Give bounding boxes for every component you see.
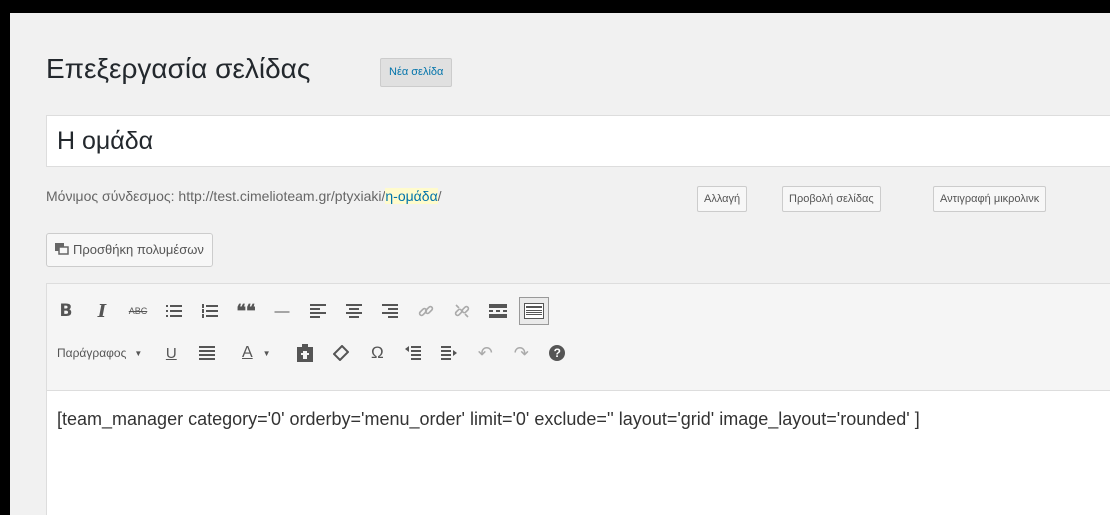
help-button[interactable]: ? (542, 339, 572, 367)
indent-icon (441, 346, 458, 360)
text-color-button[interactable]: A ▼ (228, 339, 284, 367)
permalink-label: Μόνιμος σύνδεσμος: (46, 188, 175, 204)
bold-icon: B (59, 301, 73, 321)
align-right-button[interactable] (375, 297, 405, 325)
align-center-button[interactable] (339, 297, 369, 325)
view-page-button[interactable]: Προβολή σελίδας (782, 186, 881, 212)
bold-button[interactable]: B (51, 297, 81, 325)
post-title-input[interactable]: Η ομάδα (46, 115, 1110, 167)
paragraph-format-select[interactable]: Παράγραφος ▼ (51, 339, 148, 367)
read-more-button[interactable] (483, 297, 513, 325)
permalink-slug[interactable]: η-ομάδα (385, 188, 438, 204)
editor-toolbar: B I ABC ❝❝ — Παράγραφος ▼ U A ▼ Ω ↶ ↷ ? (47, 284, 1110, 391)
add-new-page-button[interactable]: Νέα σελίδα (380, 58, 453, 87)
align-center-icon (346, 304, 362, 318)
get-shortlink-button[interactable]: Αντιγραφή μικρολινκ (933, 186, 1047, 212)
add-media-icon (55, 243, 69, 255)
remove-link-icon (454, 304, 470, 318)
justify-icon (199, 346, 216, 360)
content-editor: B I ABC ❝❝ — Παράγραφος ▼ U A ▼ Ω ↶ ↷ ? … (46, 283, 1110, 515)
insert-link-button[interactable] (411, 297, 441, 325)
permalink-base-url: http://test.cimelioteam.gr/ptyxiaki/ (178, 188, 386, 204)
underline-button[interactable]: U (156, 339, 186, 367)
bullet-list-button[interactable] (159, 297, 189, 325)
clear-formatting-icon (333, 345, 350, 361)
align-left-button[interactable] (303, 297, 333, 325)
read-more-icon (489, 304, 507, 318)
horizontal-line-icon: — (274, 302, 290, 320)
numbered-list-button[interactable] (195, 297, 225, 325)
caret-down-icon: ▼ (262, 348, 271, 358)
outdent-icon (405, 346, 422, 360)
toolbar-toggle-button[interactable] (519, 297, 549, 325)
indent-button[interactable] (434, 339, 464, 367)
special-character-icon: Ω (370, 343, 384, 362)
special-character-button[interactable]: Ω (362, 339, 392, 367)
toolbar-row-1: B I ABC ❝❝ — (51, 295, 555, 327)
align-left-icon (310, 304, 326, 318)
outdent-button[interactable] (398, 339, 428, 367)
blockquote-icon: ❝❝ (236, 300, 256, 321)
paste-text-icon (297, 344, 314, 362)
permalink-trailing: / (437, 188, 442, 204)
align-right-icon (382, 304, 398, 318)
redo-icon: ↷ (513, 342, 529, 363)
permalink-row: Μόνιμος σύνδεσμος: http://test.cimeliote… (46, 183, 442, 209)
underline-icon: U (165, 344, 177, 362)
paste-text-button[interactable] (290, 339, 320, 367)
page-title: Επεξεργασία σελίδας (46, 53, 311, 84)
help-icon: ? (549, 345, 566, 361)
undo-icon: ↶ (477, 342, 493, 363)
remove-link-button[interactable] (447, 297, 477, 325)
undo-button[interactable]: ↶ (470, 339, 500, 367)
justify-button[interactable] (192, 339, 222, 367)
strikethrough-button[interactable]: ABC (123, 297, 153, 325)
italic-icon: I (97, 300, 107, 322)
add-media-button[interactable]: Προσθήκη πολυμέσων (46, 233, 213, 267)
clear-formatting-button[interactable] (326, 339, 356, 367)
strikethrough-icon: ABC (128, 306, 148, 316)
italic-button[interactable]: I (87, 297, 117, 325)
edit-permalink-button[interactable]: Αλλαγή (697, 186, 748, 212)
add-media-label: Προσθήκη πολυμέσων (73, 242, 204, 257)
horizontal-line-button[interactable]: — (267, 297, 297, 325)
toolbar-row-2: Παράγραφος ▼ U A ▼ Ω ↶ ↷ ? (51, 337, 578, 369)
bullet-list-icon (166, 305, 182, 317)
paragraph-format-value: Παράγραφος (57, 346, 127, 360)
blockquote-button[interactable]: ❝❝ (231, 297, 261, 325)
toolbar-toggle-icon (524, 303, 544, 319)
redo-button[interactable]: ↷ (506, 339, 536, 367)
editor-content[interactable]: [team_manager category='0' orderby='menu… (47, 404, 1110, 434)
edit-page-screen: Επεξεργασία σελίδας Νέα σελίδα Η ομάδα Μ… (10, 13, 1110, 515)
numbered-list-icon (202, 304, 218, 318)
chevron-down-icon: ▼ (134, 348, 143, 358)
insert-link-icon (418, 305, 434, 317)
text-color-icon: A (242, 344, 253, 361)
